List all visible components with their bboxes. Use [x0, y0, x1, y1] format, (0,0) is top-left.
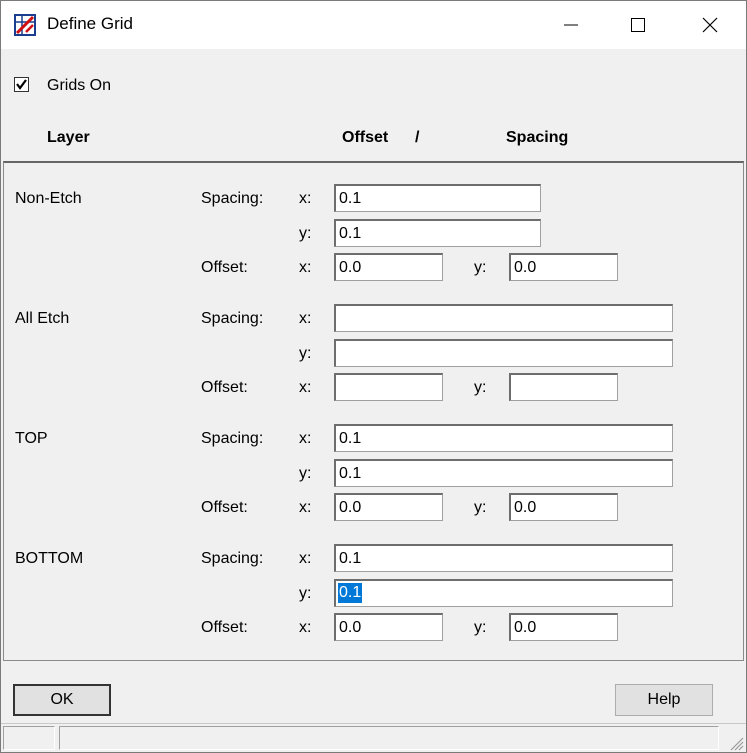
- window-title: Define Grid: [47, 14, 133, 33]
- bottom-offset-y-input[interactable]: [509, 613, 618, 641]
- spacing-label: Spacing:: [201, 550, 264, 567]
- y-label: y:: [299, 345, 312, 362]
- offset-header: Offset: [342, 129, 389, 146]
- x-label: x:: [299, 430, 312, 447]
- status-bar: [1, 723, 746, 752]
- x-label: x:: [299, 550, 312, 567]
- layer-header: Layer: [47, 129, 90, 146]
- grids-on-checkbox[interactable]: [14, 77, 29, 92]
- top-offset-y-input[interactable]: [509, 493, 618, 521]
- title-bar[interactable]: Define Grid: [1, 1, 746, 49]
- maximize-icon: [631, 18, 645, 32]
- x-label: x:: [299, 619, 312, 636]
- offset-label: Offset:: [201, 379, 248, 396]
- define-grid-window: Define Grid Grids On Layer Offset / Spac…: [0, 0, 747, 753]
- help-button[interactable]: Help: [615, 684, 713, 716]
- minimize-icon: [564, 24, 578, 26]
- x-label: x:: [299, 259, 312, 276]
- all-etch-offset-x-input[interactable]: [334, 373, 443, 401]
- status-cell: [59, 726, 719, 750]
- selected-text: 0.1: [338, 583, 363, 603]
- spacing-label: Spacing:: [201, 190, 264, 207]
- y-label: y:: [474, 259, 487, 276]
- y-label: y:: [299, 465, 312, 482]
- offset-label: Offset:: [201, 499, 248, 516]
- y-label: y:: [299, 585, 312, 602]
- y-label: y:: [474, 619, 487, 636]
- layer-name-top: TOP: [15, 430, 48, 447]
- all-etch-spacing-y-input[interactable]: [334, 339, 673, 367]
- status-cell: [3, 726, 55, 750]
- layer-name-all-etch: All Etch: [15, 310, 70, 327]
- x-label: x:: [299, 310, 312, 327]
- offset-label: Offset:: [201, 619, 248, 636]
- app-grid-icon: [14, 14, 36, 36]
- close-button[interactable]: [681, 1, 739, 49]
- spacing-label: Spacing:: [201, 310, 264, 327]
- x-label: x:: [299, 379, 312, 396]
- ok-button[interactable]: OK: [13, 684, 111, 716]
- all-etch-offset-y-input[interactable]: [509, 373, 618, 401]
- header-separator: /: [415, 129, 420, 146]
- non-etch-offset-x-input[interactable]: [334, 253, 443, 281]
- y-label: y:: [474, 499, 487, 516]
- top-spacing-y-input[interactable]: [334, 459, 673, 487]
- y-label: y:: [474, 379, 487, 396]
- x-label: x:: [299, 190, 312, 207]
- non-etch-offset-y-input[interactable]: [509, 253, 618, 281]
- maximize-button[interactable]: [609, 1, 667, 49]
- spacing-label: Spacing:: [201, 430, 264, 447]
- non-etch-spacing-x-input[interactable]: [334, 184, 541, 212]
- minimize-button[interactable]: [542, 1, 600, 49]
- spacing-header: Spacing: [506, 129, 569, 146]
- layer-name-non-etch: Non-Etch: [15, 190, 82, 207]
- top-offset-x-input[interactable]: [334, 493, 443, 521]
- all-etch-spacing-x-input[interactable]: [334, 304, 673, 332]
- bottom-spacing-y-input[interactable]: 0.1: [334, 579, 673, 607]
- offset-label: Offset:: [201, 259, 248, 276]
- top-spacing-x-input[interactable]: [334, 424, 673, 452]
- non-etch-spacing-y-input[interactable]: [334, 219, 541, 247]
- layer-name-bottom: BOTTOM: [15, 550, 84, 567]
- bottom-offset-x-input[interactable]: [334, 613, 443, 641]
- y-label: y:: [299, 225, 312, 242]
- close-icon: [702, 17, 718, 33]
- grids-on-label[interactable]: Grids On: [47, 77, 111, 95]
- bottom-spacing-x-input[interactable]: [334, 544, 673, 572]
- x-label: x:: [299, 499, 312, 516]
- checkmark-icon: [16, 79, 27, 90]
- resize-grip-icon[interactable]: [728, 735, 744, 751]
